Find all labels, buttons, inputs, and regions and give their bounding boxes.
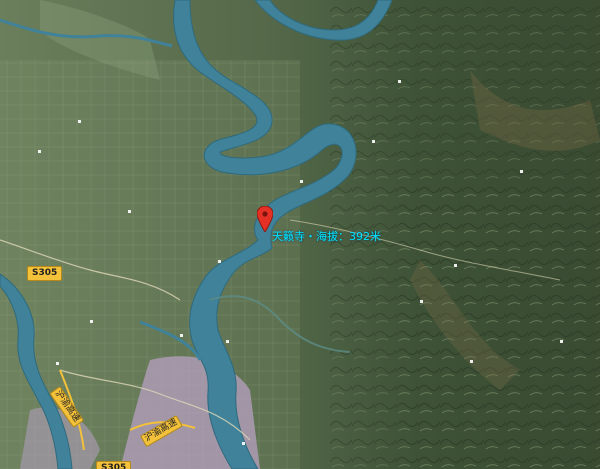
- map-pin-icon[interactable]: [257, 206, 273, 232]
- satellite-map[interactable]: S305 S305 沪渝高速 沪渝高速 天籁寺・海拔：392米: [0, 0, 600, 469]
- marker-label: 天籁寺・海拔：392米: [272, 230, 381, 243]
- route-shield-s305: S305: [27, 266, 63, 281]
- route-shield-bottom: S305: [96, 461, 132, 469]
